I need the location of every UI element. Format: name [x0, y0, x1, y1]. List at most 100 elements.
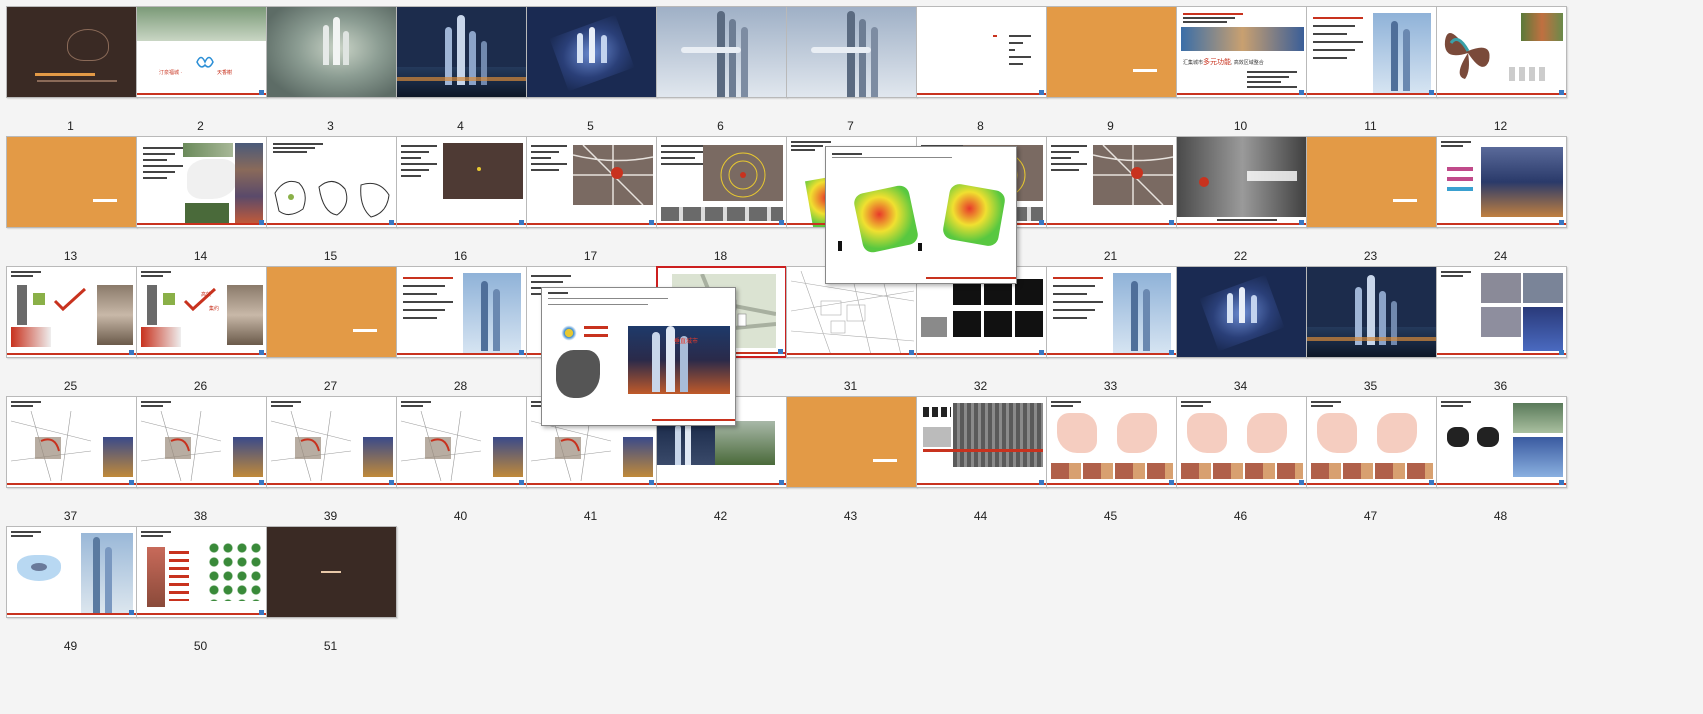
- slide-thumbnail-28[interactable]: 28: [390, 260, 531, 401]
- slide-thumbnail-5[interactable]: 5: [520, 0, 661, 141]
- slide-footer-bar: [917, 353, 1046, 355]
- slide-thumbnail-34[interactable]: 34: [1170, 260, 1311, 401]
- slide-preview[interactable]: [1436, 136, 1567, 228]
- slide-thumbnail-38[interactable]: 38: [130, 390, 271, 531]
- slide-preview[interactable]: [266, 6, 397, 98]
- slide-thumbnail-35[interactable]: 35: [1300, 260, 1441, 401]
- slide-footer-bar: [137, 223, 266, 225]
- slide-thumbnail-21[interactable]: 21: [1040, 130, 1181, 271]
- slide-preview[interactable]: [396, 136, 527, 228]
- slide-thumbnail-24[interactable]: 24: [1430, 130, 1571, 271]
- slide-thumbnail-37[interactable]: 37: [0, 390, 141, 531]
- slide-19-zoom-preview[interactable]: [825, 146, 1017, 284]
- slide-thumbnail-12[interactable]: 12: [1430, 0, 1571, 141]
- slide-number: 45: [1103, 509, 1118, 523]
- slide-thumbnail-44[interactable]: 44: [910, 390, 1051, 531]
- slide-preview[interactable]: [916, 396, 1047, 488]
- slide-preview[interactable]: [1436, 396, 1567, 488]
- slide-thumbnail-7[interactable]: 7: [780, 0, 921, 141]
- slide-preview[interactable]: [396, 396, 527, 488]
- slide-preview[interactable]: [396, 266, 527, 358]
- slide-preview[interactable]: [1176, 136, 1307, 228]
- slide-thumbnail-51[interactable]: 51: [260, 520, 401, 661]
- slide-thumbnail-9[interactable]: 9: [1040, 0, 1181, 141]
- slide2-logo-right: 天香榭: [217, 70, 233, 76]
- slide-preview[interactable]: [656, 6, 787, 98]
- slide-thumbnail-18[interactable]: 18: [650, 130, 791, 271]
- slide-thumbnail-14[interactable]: 14: [130, 130, 271, 271]
- slide-thumbnail-3[interactable]: 3: [260, 0, 401, 141]
- slide-thumbnail-6[interactable]: 6: [650, 0, 791, 141]
- slide-preview[interactable]: [6, 136, 137, 228]
- slide-preview[interactable]: [396, 6, 527, 98]
- slide-preview[interactable]: [1306, 396, 1437, 488]
- slide-preview[interactable]: [1176, 266, 1307, 358]
- slide-thumbnail-4[interactable]: 4: [390, 0, 531, 141]
- slide-preview[interactable]: [6, 266, 137, 358]
- slide-preview[interactable]: [526, 136, 657, 228]
- slide-thumbnail-27[interactable]: 27: [260, 260, 401, 401]
- slide-thumbnail-10[interactable]: 汇集城市多元功能, 高效区域整合 10: [1170, 0, 1311, 141]
- slide-preview[interactable]: [1306, 6, 1437, 98]
- slide-sorter-grid: 1 汀泉福城 · 天香榭 2 3 4 5 6 7 8 9 汇集城市多元功能, 高…: [0, 0, 1703, 714]
- slide-number: 43: [843, 509, 858, 523]
- slide-thumbnail-16[interactable]: 16: [390, 130, 531, 271]
- slide-footer-bar: [657, 223, 786, 225]
- slide-preview[interactable]: [526, 6, 657, 98]
- slide26-label-b: 集约: [209, 306, 220, 312]
- slide-preview[interactable]: [1436, 266, 1567, 358]
- slide-thumbnail-45[interactable]: 45: [1040, 390, 1181, 531]
- slide-preview[interactable]: [1436, 6, 1567, 98]
- slide-thumbnail-15[interactable]: 15: [260, 130, 401, 271]
- slide-thumbnail-13[interactable]: 13: [0, 130, 141, 271]
- slide-preview[interactable]: [136, 136, 267, 228]
- slide-preview[interactable]: [656, 136, 787, 228]
- slide-thumbnail-1[interactable]: 1: [0, 0, 141, 141]
- slide-thumbnail-47[interactable]: 47: [1300, 390, 1441, 531]
- slide-thumbnail-11[interactable]: 11: [1300, 0, 1441, 141]
- slide-footer-bar: [652, 419, 735, 421]
- slide-thumbnail-8[interactable]: 8: [910, 0, 1051, 141]
- slide-preview[interactable]: [6, 526, 137, 618]
- slide-preview[interactable]: [136, 396, 267, 488]
- slide-number: 41: [583, 509, 598, 523]
- slide-thumbnail-36[interactable]: 36: [1430, 260, 1571, 401]
- slide-preview[interactable]: [1306, 266, 1437, 358]
- slide-preview[interactable]: [6, 6, 137, 98]
- slide-preview[interactable]: [266, 136, 397, 228]
- slide-thumbnail-43[interactable]: 43: [780, 390, 921, 531]
- slide-thumbnail-46[interactable]: 46: [1170, 390, 1311, 531]
- slide-preview[interactable]: [1046, 136, 1177, 228]
- slide-thumbnail-49[interactable]: 49: [0, 520, 141, 661]
- slide-preview[interactable]: [1046, 6, 1177, 98]
- slide-footer-bar: [137, 483, 266, 485]
- slide-preview[interactable]: [136, 526, 267, 618]
- slide-preview[interactable]: [266, 526, 397, 618]
- slide-thumbnail-23[interactable]: 23: [1300, 130, 1441, 271]
- slide-preview[interactable]: [1306, 136, 1437, 228]
- slide-thumbnail-39[interactable]: 39: [260, 390, 401, 531]
- slide-thumbnail-48[interactable]: 48: [1430, 390, 1571, 531]
- slide-preview[interactable]: [1046, 266, 1177, 358]
- slide-thumbnail-40[interactable]: 40: [390, 390, 531, 531]
- slide-preview[interactable]: [266, 396, 397, 488]
- slide-thumbnail-17[interactable]: 17: [520, 130, 661, 271]
- slide-preview[interactable]: 汇集城市多元功能, 高效区域整合: [1176, 6, 1307, 98]
- slide-preview[interactable]: [786, 396, 917, 488]
- slide-preview[interactable]: [6, 396, 137, 488]
- slide-thumbnail-25[interactable]: 25: [0, 260, 141, 401]
- slide-preview[interactable]: 汀泉福城 · 天香榭: [136, 6, 267, 98]
- slide-thumbnail-50[interactable]: 50: [130, 520, 271, 661]
- slide-thumbnail-22[interactable]: 22: [1170, 130, 1311, 271]
- slide-number: 50: [193, 639, 208, 653]
- slide-thumbnail-26[interactable]: 高效 集约 26: [130, 260, 271, 401]
- slide-preview[interactable]: [916, 6, 1047, 98]
- slide-preview[interactable]: 高效 集约: [136, 266, 267, 358]
- slide-preview[interactable]: [1046, 396, 1177, 488]
- slide-preview[interactable]: [786, 6, 917, 98]
- slide-thumbnail-2[interactable]: 汀泉福城 · 天香榭 2: [130, 0, 271, 141]
- slide-preview[interactable]: [1176, 396, 1307, 488]
- slide-preview[interactable]: [266, 266, 397, 358]
- slide-thumbnail-33[interactable]: 33: [1040, 260, 1181, 401]
- slide-29-zoom-preview[interactable]: 垂直城市: [541, 287, 736, 426]
